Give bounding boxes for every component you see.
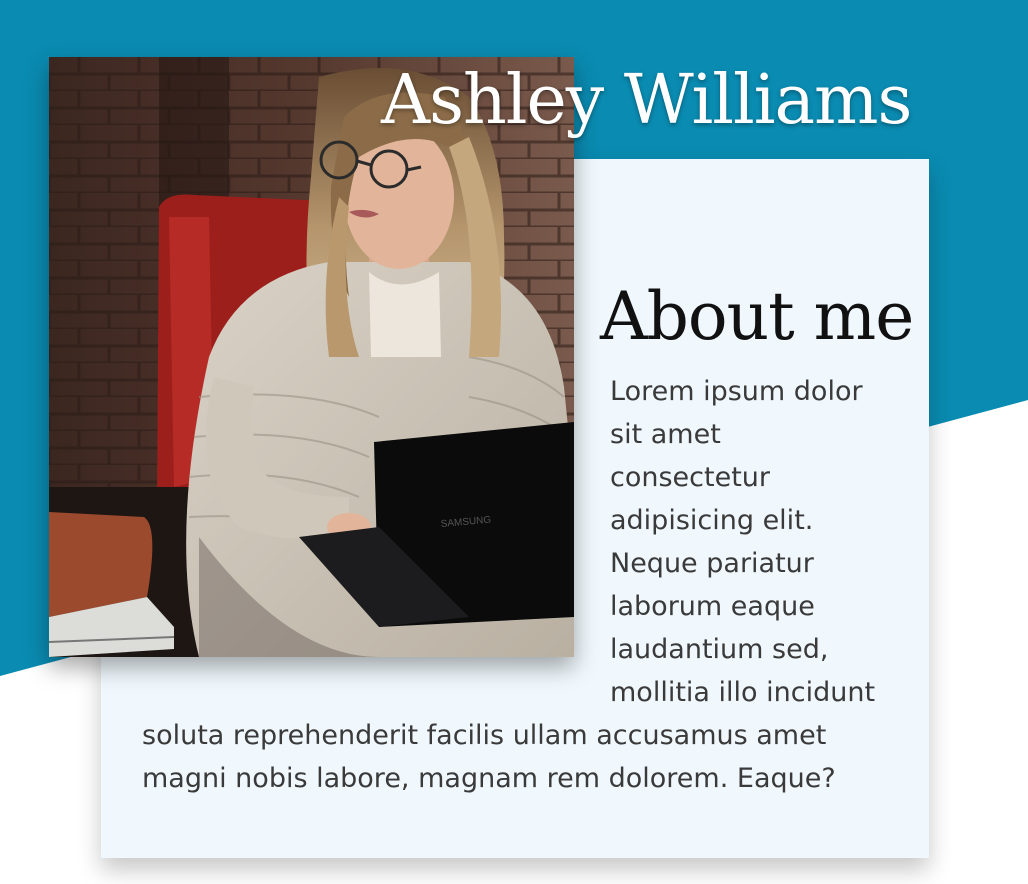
profile-name: Ashley Williams	[381, 61, 912, 140]
about-heading: About me	[600, 278, 914, 355]
about-line: magni nobis labore, magnam rem dolorem. …	[142, 763, 836, 794]
profile-photo-illustration: SAMSUNG	[49, 57, 574, 657]
about-line: mollitia illo incidunt	[610, 677, 876, 708]
about-line: soluta reprehenderit facilis ullam accus…	[142, 720, 827, 751]
profile-photo: SAMSUNG	[49, 57, 574, 657]
page: About me Lorem ipsum dolor sit amet cons…	[0, 0, 1028, 884]
